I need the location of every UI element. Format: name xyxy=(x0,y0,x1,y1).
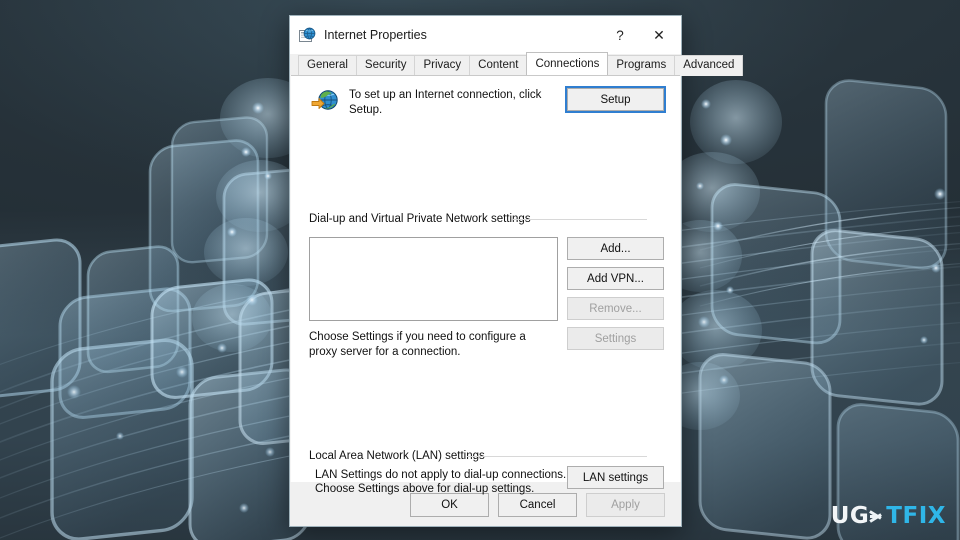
apply-button[interactable]: Apply xyxy=(586,492,665,517)
lan-hint-line-2: Choose Settings above for dial-up settin… xyxy=(315,483,535,495)
lan-hint-line-1: LAN Settings do not apply to dial-up con… xyxy=(315,469,567,481)
watermark-text-part2: TFIX xyxy=(886,503,946,529)
add-vpn-button[interactable]: Add VPN... xyxy=(567,267,664,290)
internet-connection-globe-icon xyxy=(311,89,339,114)
dialog-titlebar: Internet Properties ? ✕ xyxy=(290,16,681,54)
help-button[interactable]: ? xyxy=(603,20,637,50)
lan-settings-button[interactable]: LAN settings xyxy=(567,466,664,489)
close-button[interactable]: ✕ xyxy=(637,20,681,50)
dialog-title: Internet Properties xyxy=(324,28,427,42)
setup-button[interactable]: Setup xyxy=(565,86,666,113)
add-button[interactable]: Add... xyxy=(567,237,664,260)
proxy-settings-hint: Choose Settings if you need to configure… xyxy=(309,331,526,358)
watermark-text-part1: UG xyxy=(830,503,870,529)
setup-description: To set up an Internet connection, click … xyxy=(349,89,542,116)
tab-connections[interactable]: Connections xyxy=(526,52,609,75)
tab-privacy[interactable]: Privacy xyxy=(414,55,471,76)
connections-tab-panel: To set up an Internet connection, click … xyxy=(291,75,680,495)
tab-advanced[interactable]: Advanced xyxy=(674,55,744,76)
screenshot-root: UG TFIX Internet Properties ? ✕ General … xyxy=(0,0,960,540)
ugetfix-watermark: UG TFIX xyxy=(831,505,946,528)
tab-security[interactable]: Security xyxy=(355,55,416,76)
remove-button[interactable]: Remove... xyxy=(567,297,664,320)
lan-group-label: Local Area Network (LAN) settings xyxy=(309,450,491,462)
tab-general[interactable]: General xyxy=(298,55,357,76)
tab-bar: General Security Privacy Content Connect… xyxy=(290,52,744,76)
watermark-stylized-e-icon xyxy=(869,508,885,525)
dialup-connections-list[interactable] xyxy=(309,237,558,321)
lan-group-divider xyxy=(467,456,647,457)
dialup-group-divider xyxy=(513,219,647,220)
tab-programs[interactable]: Programs xyxy=(607,55,676,76)
tab-content[interactable]: Content xyxy=(469,55,528,76)
dialup-group-label: Dial-up and Virtual Private Network sett… xyxy=(309,213,537,225)
internet-properties-dialog: Internet Properties ? ✕ General Security… xyxy=(289,15,744,527)
internet-properties-icon xyxy=(299,27,316,44)
settings-button[interactable]: Settings xyxy=(567,327,664,350)
